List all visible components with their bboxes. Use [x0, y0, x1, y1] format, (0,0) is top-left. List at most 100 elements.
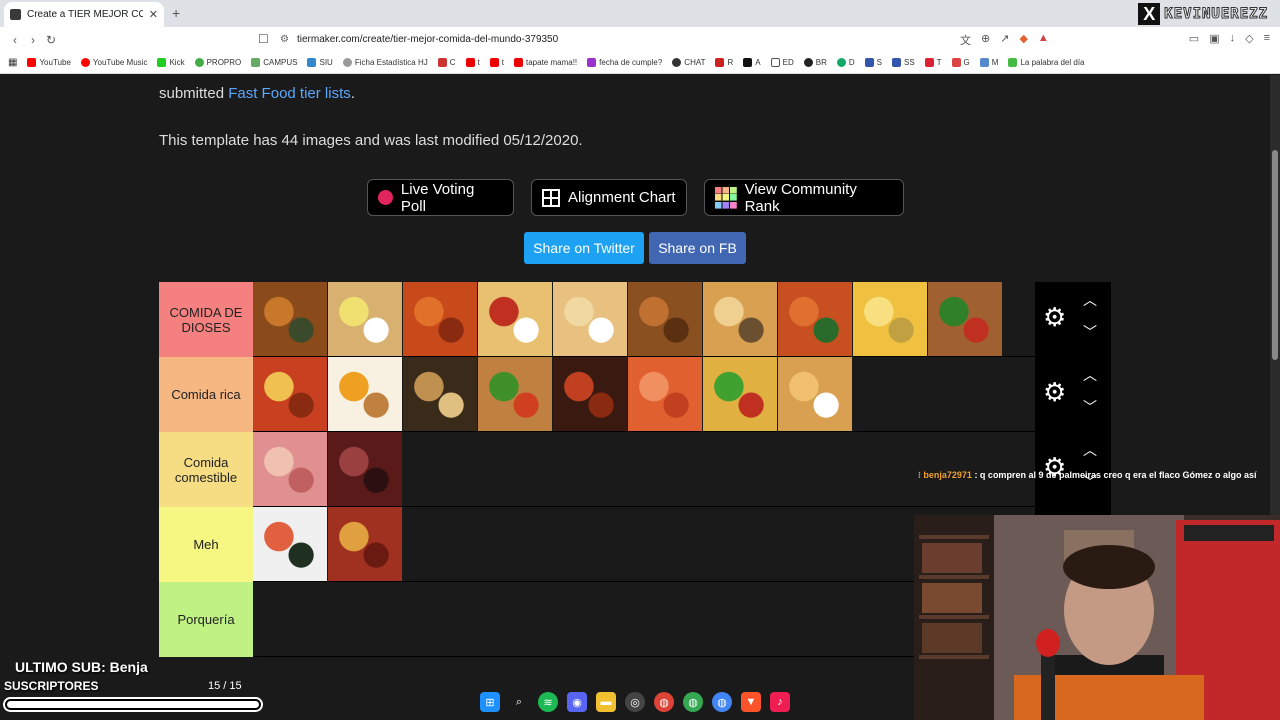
food-item-nuggets[interactable]: [778, 357, 852, 431]
food-item-empanadas[interactable]: [703, 282, 777, 356]
bookmark-item[interactable]: CHAT: [672, 58, 705, 67]
food-item-soup[interactable]: [778, 282, 852, 356]
bookmark-item[interactable]: A: [743, 58, 761, 67]
tier-label[interactable]: Comida rica: [159, 357, 253, 432]
food-item-roast-chicken[interactable]: [253, 282, 327, 356]
bookmark-item[interactable]: CAMPUS: [251, 58, 297, 67]
chevron-down-icon[interactable]: ﹀: [1083, 322, 1097, 342]
bookmark-item[interactable]: R: [715, 58, 733, 67]
bookmark-item[interactable]: SS: [891, 58, 915, 67]
bookmark-item[interactable]: SIU: [307, 58, 333, 67]
vpn-icon[interactable]: ◇: [1245, 32, 1253, 48]
zoom-icon[interactable]: ⊕: [981, 32, 990, 48]
brave-icon[interactable]: ▼: [741, 692, 761, 712]
bookmark-item[interactable]: Kick: [157, 58, 185, 67]
food-item-prosciutto[interactable]: [253, 432, 327, 506]
food-item-burger[interactable]: [928, 282, 1002, 356]
spotify-icon[interactable]: ≋: [538, 692, 558, 712]
obs-icon[interactable]: ◎: [625, 692, 645, 712]
tiktok-icon[interactable]: ♪: [770, 692, 790, 712]
chevron-down-icon[interactable]: ﹀: [1083, 397, 1097, 417]
bookmark-item[interactable]: La palabra del día: [1008, 58, 1085, 67]
food-item-fried-egg[interactable]: [328, 357, 402, 431]
bookmark-item[interactable]: YouTube Music: [80, 58, 147, 67]
bookmark-item[interactable]: YouTube: [27, 58, 71, 67]
discord-icon[interactable]: ◉: [567, 692, 587, 712]
tier-label[interactable]: COMIDA DE DIOSES: [159, 282, 253, 357]
bookmark-item[interactable]: C: [437, 58, 456, 67]
bookmark-item[interactable]: BR: [803, 58, 827, 67]
windows-start-icon[interactable]: ⊞: [480, 692, 500, 712]
fast-food-link[interactable]: Fast Food tier lists: [228, 85, 351, 102]
food-item-sausages[interactable]: [328, 507, 402, 581]
tier-label[interactable]: Porquería: [159, 582, 253, 657]
reload-icon[interactable]: ↻: [42, 33, 60, 47]
translate-icon[interactable]: 文: [960, 32, 971, 48]
browser-tab[interactable]: Create a TIER MEJOR COMIDA D... ✕: [4, 2, 164, 27]
record-dot-icon: [378, 190, 393, 205]
bookmark-item[interactable]: Ficha Estadística HJ: [342, 58, 428, 67]
new-tab-icon[interactable]: +: [172, 5, 180, 21]
close-tab-icon[interactable]: ✕: [149, 8, 158, 21]
apps-icon[interactable]: ▦: [8, 57, 17, 68]
share-twitter-button[interactable]: Share on Twitter: [524, 232, 644, 264]
view-community-rank-button[interactable]: View Community Rank: [704, 179, 904, 216]
back-icon[interactable]: ‹: [6, 33, 24, 47]
webcam-image: [914, 515, 1280, 720]
share-icon[interactable]: ↗: [1000, 32, 1009, 48]
download-icon[interactable]: ↓: [1230, 32, 1236, 48]
file-explorer-icon[interactable]: ▬: [596, 692, 616, 712]
forward-icon[interactable]: ›: [24, 33, 42, 47]
chrome-profile-2-icon[interactable]: ◍: [712, 692, 732, 712]
food-item-meatballs[interactable]: [553, 357, 627, 431]
food-item-tacos[interactable]: [703, 357, 777, 431]
food-item-penne-pasta[interactable]: [403, 282, 477, 356]
alignment-chart-button[interactable]: Alignment Chart: [531, 179, 687, 216]
bookmark-item[interactable]: fecha de cumple?: [587, 58, 662, 67]
food-item-sushi[interactable]: [253, 507, 327, 581]
wallet-icon[interactable]: ▣: [1209, 32, 1219, 48]
bookmark-item[interactable]: ED: [770, 58, 794, 67]
share-fb-button[interactable]: Share on FB: [649, 232, 746, 264]
search-icon[interactable]: ⌕: [509, 692, 529, 712]
food-item-milanesa[interactable]: [328, 282, 402, 356]
food-item-onion-rings[interactable]: [553, 282, 627, 356]
chrome-profile-icon[interactable]: ◍: [683, 692, 703, 712]
bookmark-item[interactable]: t: [489, 58, 504, 67]
menu-icon[interactable]: ≡: [1264, 32, 1270, 48]
bookmark-icon[interactable]: ☐: [258, 32, 269, 46]
food-item-tortilla[interactable]: [853, 282, 927, 356]
x-logo-icon: X: [1138, 3, 1161, 25]
gear-icon[interactable]: ⚙: [1043, 304, 1069, 330]
site-info-icon[interactable]: ⚙: [280, 34, 289, 45]
chrome-icon[interactable]: ◍: [654, 692, 674, 712]
template-info: This template has 44 images and was last…: [159, 132, 583, 149]
chevron-up-icon[interactable]: ︿: [1083, 440, 1097, 460]
food-item-salami[interactable]: [328, 432, 402, 506]
bookmark-item[interactable]: D: [836, 58, 855, 67]
address-bar[interactable]: ⚙ tiermaker.com/create/tier-mejor-comida…: [280, 29, 1000, 50]
tier-label[interactable]: Meh: [159, 507, 253, 582]
chevron-up-icon[interactable]: ︿: [1083, 290, 1097, 310]
tier-label[interactable]: Comida comestible: [159, 432, 253, 507]
food-item-ramen[interactable]: [403, 357, 477, 431]
chevron-up-icon[interactable]: ︿: [1083, 365, 1097, 385]
bookmark-item[interactable]: G: [951, 58, 970, 67]
food-item-shrimp[interactable]: [628, 357, 702, 431]
bookmark-item[interactable]: PROPRO: [194, 58, 241, 67]
bookmark-item[interactable]: tapate mama!!: [514, 58, 577, 67]
rewards-icon[interactable]: ▲: [1038, 32, 1049, 48]
shield-icon[interactable]: ◆: [1019, 32, 1027, 48]
bookmark-item[interactable]: M: [979, 58, 998, 67]
bookmark-item[interactable]: t: [465, 58, 480, 67]
food-item-spaghetti[interactable]: [478, 282, 552, 356]
food-item-hamburger[interactable]: [478, 357, 552, 431]
live-voting-poll-button[interactable]: Live Voting Poll: [367, 179, 514, 216]
sidebar-icon[interactable]: ▭: [1189, 32, 1199, 48]
gear-icon[interactable]: ⚙: [1043, 379, 1069, 405]
bookmark-item[interactable]: T: [924, 58, 942, 67]
bookmark-item[interactable]: S: [864, 58, 882, 67]
scrollbar-thumb[interactable]: [1272, 150, 1278, 360]
food-item-pizza[interactable]: [253, 357, 327, 431]
food-item-croquettes[interactable]: [628, 282, 702, 356]
